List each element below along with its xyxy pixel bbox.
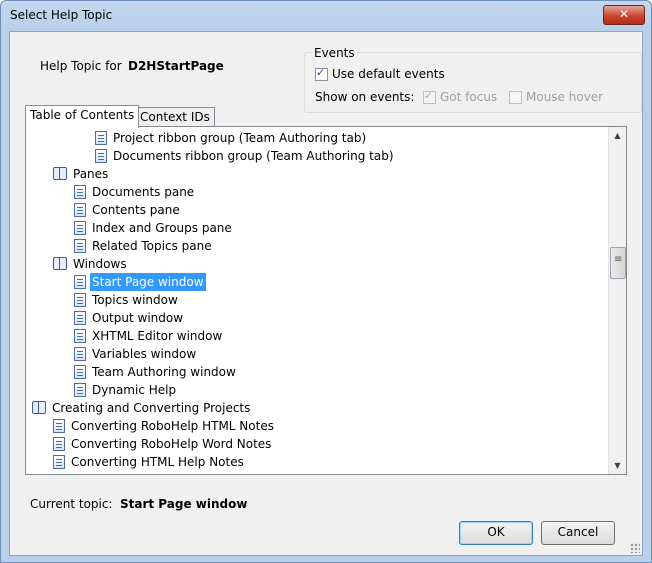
tree-item[interactable]: Windows — [53, 255, 573, 273]
scroll-thumb[interactable] — [610, 247, 626, 279]
use-default-events-label: Use default events — [332, 67, 445, 81]
page-icon — [53, 437, 65, 451]
got-focus-label: Got focus — [440, 90, 498, 104]
tree-item-label: XHTML Editor window — [92, 329, 223, 343]
page-icon — [74, 311, 86, 325]
dialog-body: Help Topic for D2HStartPage Events Use d… — [9, 31, 643, 556]
page-icon — [74, 239, 86, 253]
scroll-up-button[interactable]: ▲ — [609, 127, 626, 144]
events-group-title: Events — [312, 46, 357, 60]
toc-tree: Project ribbon group (Team Authoring tab… — [26, 127, 609, 474]
page-icon — [53, 419, 65, 433]
tree-item[interactable]: Converting HTML Help Notes — [53, 453, 573, 471]
close-button[interactable]: ✕ — [603, 5, 645, 25]
tree-item[interactable]: Panes — [53, 165, 573, 183]
page-icon — [74, 275, 86, 289]
close-icon: ✕ — [618, 7, 630, 21]
tree-item[interactable]: Variables window — [74, 345, 594, 363]
got-focus-checkbox[interactable] — [423, 89, 436, 104]
tree-item-label: Converting RoboHelp HTML Notes — [71, 419, 274, 433]
tree-item-label: Related Topics pane — [92, 239, 212, 253]
tree-item-label: Panes — [73, 167, 109, 181]
page-icon — [74, 365, 86, 379]
page-icon — [95, 149, 107, 163]
tree-item[interactable]: Team Authoring window — [74, 363, 594, 381]
resize-grip[interactable] — [630, 543, 640, 553]
page-icon — [95, 131, 107, 145]
tree-item[interactable]: Converting RoboHelp HTML Notes — [53, 417, 573, 435]
book-icon — [32, 401, 46, 414]
tree-item-label: Topics window — [92, 293, 178, 307]
scroll-down-icon: ▼ — [614, 461, 621, 470]
toc-tree-panel: Project ribbon group (Team Authoring tab… — [25, 126, 627, 475]
tree-item[interactable]: Dynamic Help — [74, 381, 594, 399]
show-on-events-label: Show on events: — [315, 90, 415, 104]
tree-item-label: Variables window — [92, 347, 197, 361]
page-icon — [74, 347, 86, 361]
mouse-hover-checkbox[interactable] — [509, 91, 522, 104]
tree-item[interactable]: XHTML Editor window — [74, 327, 594, 345]
tree-item[interactable]: Project ribbon group (Team Authoring tab… — [95, 129, 609, 147]
tree-item-label: Output window — [92, 311, 184, 325]
tree-item[interactable]: Converting RoboHelp Word Notes — [53, 435, 573, 453]
tree-item-label: Start Page window — [90, 273, 206, 291]
tree-item[interactable]: Topics window — [74, 291, 594, 309]
tree-item-label: Contents pane — [92, 203, 180, 217]
current-topic-label: Current topic: — [30, 497, 113, 511]
book-icon — [53, 257, 67, 270]
ok-button[interactable]: OK — [459, 521, 533, 545]
window-title: Select Help Topic — [10, 8, 113, 22]
scroll-down-button[interactable]: ▼ — [609, 457, 626, 474]
tree-item-label: Dynamic Help — [92, 383, 177, 397]
page-icon — [74, 383, 86, 397]
tab-table-of-contents[interactable]: Table of Contents — [25, 105, 140, 128]
book-icon — [53, 167, 67, 180]
tree-item[interactable]: Documents ribbon group (Team Authoring t… — [95, 147, 609, 165]
dialog-window: Select Help Topic ✕ Help Topic for D2HSt… — [0, 0, 652, 563]
tree-item-label: Documents ribbon group (Team Authoring t… — [113, 149, 394, 163]
tree-item[interactable]: Documents pane — [74, 183, 594, 201]
tree-item-label: Index and Groups pane — [92, 221, 232, 235]
tree-item-label: Converting RoboHelp Word Notes — [71, 437, 272, 451]
page-icon — [53, 455, 65, 469]
help-topic-label: Help Topic for — [40, 59, 122, 73]
use-default-events-checkbox[interactable] — [315, 66, 328, 81]
tree-item[interactable]: Related Topics pane — [74, 237, 594, 255]
tree-item[interactable]: Index and Groups pane — [74, 219, 594, 237]
tree-item-label: Converting HTML Help Notes — [71, 455, 244, 469]
scroll-up-icon: ▲ — [614, 131, 621, 140]
tab-context-ids[interactable]: Context IDs — [135, 107, 215, 128]
page-icon — [74, 203, 86, 217]
tree-item-label: Team Authoring window — [92, 365, 236, 379]
page-icon — [74, 185, 86, 199]
title-bar[interactable]: Select Help Topic ✕ — [1, 1, 651, 31]
tree-item[interactable]: Contents pane — [74, 201, 594, 219]
tree-item[interactable]: Creating and Converting Projects — [32, 399, 552, 417]
tree-item-label: Project ribbon group (Team Authoring tab… — [113, 131, 367, 145]
page-icon — [74, 221, 86, 235]
page-icon — [74, 329, 86, 343]
page-icon — [74, 293, 86, 307]
tree-item-label: Windows — [73, 257, 127, 271]
help-topic-name: D2HStartPage — [128, 59, 224, 73]
tree-item[interactable]: Output window — [74, 309, 594, 327]
vertical-scrollbar[interactable]: ▲ ▼ — [608, 127, 626, 474]
tree-item[interactable]: Start Page window — [74, 273, 594, 291]
current-topic-value: Start Page window — [120, 497, 248, 511]
tree-item-label: Creating and Converting Projects — [52, 401, 251, 415]
mouse-hover-label: Mouse hover — [526, 90, 604, 104]
tree-item-label: Documents pane — [92, 185, 195, 199]
cancel-button[interactable]: Cancel — [541, 521, 615, 545]
